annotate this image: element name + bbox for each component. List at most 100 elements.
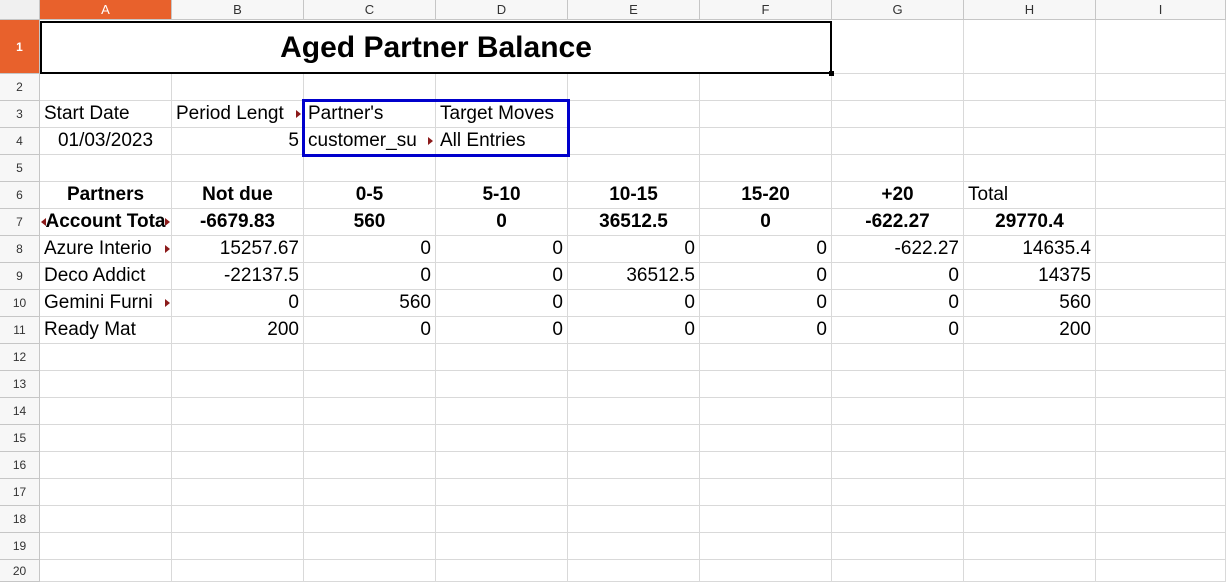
empty-cell[interactable] bbox=[40, 344, 172, 371]
column-header-i[interactable]: I bbox=[1096, 0, 1226, 20]
empty-cell[interactable] bbox=[40, 479, 172, 506]
partner-value-cell[interactable]: 0 bbox=[304, 317, 436, 344]
empty-cell[interactable] bbox=[832, 128, 964, 155]
empty-cell[interactable] bbox=[1096, 479, 1226, 506]
empty-cell[interactable] bbox=[40, 74, 172, 101]
empty-cell[interactable] bbox=[700, 506, 832, 533]
empty-cell[interactable] bbox=[568, 371, 700, 398]
row-header-7[interactable]: 7 bbox=[0, 209, 40, 236]
empty-cell[interactable] bbox=[964, 479, 1096, 506]
account-total-5-10[interactable]: 0 bbox=[436, 209, 568, 236]
empty-cell[interactable] bbox=[568, 479, 700, 506]
partner-name-cell[interactable]: Ready Mat bbox=[40, 317, 172, 344]
empty-cell[interactable] bbox=[832, 533, 964, 560]
empty-cell[interactable] bbox=[1096, 182, 1226, 209]
empty-cell[interactable] bbox=[1096, 452, 1226, 479]
empty-cell[interactable] bbox=[832, 479, 964, 506]
empty-cell[interactable] bbox=[964, 344, 1096, 371]
header-partners[interactable]: Partners bbox=[40, 182, 172, 209]
empty-cell[interactable] bbox=[436, 533, 568, 560]
empty-cell[interactable] bbox=[568, 533, 700, 560]
partner-value-cell[interactable]: 36512.5 bbox=[568, 263, 700, 290]
row-header-17[interactable]: 17 bbox=[0, 479, 40, 506]
partners-value[interactable]: customer_su bbox=[304, 128, 436, 155]
row-header-4[interactable]: 4 bbox=[0, 128, 40, 155]
empty-cell[interactable] bbox=[832, 560, 964, 582]
empty-cell[interactable] bbox=[172, 533, 304, 560]
partner-value-cell[interactable]: 14635.4 bbox=[964, 236, 1096, 263]
empty-cell[interactable] bbox=[700, 398, 832, 425]
empty-cell[interactable] bbox=[568, 155, 700, 182]
empty-cell[interactable] bbox=[700, 155, 832, 182]
empty-cell[interactable] bbox=[436, 479, 568, 506]
header-0-5[interactable]: 0-5 bbox=[304, 182, 436, 209]
empty-cell[interactable] bbox=[832, 371, 964, 398]
empty-cell[interactable] bbox=[568, 344, 700, 371]
empty-cell[interactable] bbox=[1096, 128, 1226, 155]
partner-value-cell[interactable]: 200 bbox=[172, 317, 304, 344]
partners-label[interactable]: Partner's bbox=[304, 101, 436, 128]
empty-cell[interactable] bbox=[700, 479, 832, 506]
empty-cell[interactable] bbox=[40, 398, 172, 425]
empty-cell[interactable] bbox=[964, 128, 1096, 155]
partner-value-cell[interactable]: -622.27 bbox=[832, 236, 964, 263]
empty-cell[interactable] bbox=[1096, 533, 1226, 560]
period-length-label[interactable]: Period Lengt bbox=[172, 101, 304, 128]
empty-cell[interactable] bbox=[304, 452, 436, 479]
partner-value-cell[interactable]: 0 bbox=[568, 290, 700, 317]
empty-cell[interactable] bbox=[1096, 344, 1226, 371]
empty-cell[interactable] bbox=[700, 452, 832, 479]
empty-cell[interactable] bbox=[1096, 236, 1226, 263]
account-total-10-15[interactable]: 36512.5 bbox=[568, 209, 700, 236]
empty-cell[interactable] bbox=[40, 425, 172, 452]
empty-cell[interactable] bbox=[1096, 398, 1226, 425]
empty-cell[interactable] bbox=[700, 101, 832, 128]
empty-cell[interactable] bbox=[172, 74, 304, 101]
empty-cell[interactable] bbox=[1096, 74, 1226, 101]
row-header-5[interactable]: 5 bbox=[0, 155, 40, 182]
empty-cell[interactable] bbox=[40, 560, 172, 582]
row-header-8[interactable]: 8 bbox=[0, 236, 40, 263]
partner-value-cell[interactable]: 0 bbox=[832, 317, 964, 344]
empty-cell[interactable] bbox=[1096, 209, 1226, 236]
row-header-16[interactable]: 16 bbox=[0, 452, 40, 479]
empty-cell[interactable] bbox=[1096, 506, 1226, 533]
empty-cell[interactable] bbox=[172, 425, 304, 452]
empty-cell[interactable] bbox=[436, 344, 568, 371]
empty-cell[interactable] bbox=[304, 371, 436, 398]
empty-cell[interactable] bbox=[964, 74, 1096, 101]
empty-cell[interactable] bbox=[832, 344, 964, 371]
partner-value-cell[interactable]: 0 bbox=[700, 236, 832, 263]
column-header-d[interactable]: D bbox=[436, 0, 568, 20]
partner-value-cell[interactable]: 200 bbox=[964, 317, 1096, 344]
header-5-10[interactable]: 5-10 bbox=[436, 182, 568, 209]
empty-cell[interactable] bbox=[700, 533, 832, 560]
partner-value-cell[interactable]: 0 bbox=[436, 236, 568, 263]
report-title[interactable]: Aged Partner Balance bbox=[40, 21, 832, 74]
empty-cell[interactable] bbox=[40, 371, 172, 398]
empty-cell[interactable] bbox=[568, 74, 700, 101]
partner-value-cell[interactable]: 0 bbox=[568, 317, 700, 344]
partner-value-cell[interactable]: -22137.5 bbox=[172, 263, 304, 290]
empty-cell[interactable] bbox=[700, 74, 832, 101]
header-20-plus[interactable]: +20 bbox=[832, 182, 964, 209]
partner-value-cell[interactable]: 0 bbox=[304, 236, 436, 263]
empty-cell[interactable] bbox=[436, 506, 568, 533]
empty-cell[interactable] bbox=[172, 155, 304, 182]
account-total-not-due[interactable]: -6679.83 bbox=[172, 209, 304, 236]
empty-cell[interactable] bbox=[1096, 371, 1226, 398]
empty-cell[interactable] bbox=[172, 479, 304, 506]
empty-cell[interactable] bbox=[964, 155, 1096, 182]
partner-value-cell[interactable]: 0 bbox=[700, 263, 832, 290]
empty-cell[interactable] bbox=[568, 560, 700, 582]
partner-name-cell[interactable]: Azure Interio bbox=[40, 236, 172, 263]
column-header-a[interactable]: A bbox=[40, 0, 172, 20]
empty-cell[interactable] bbox=[1096, 101, 1226, 128]
empty-cell[interactable] bbox=[1096, 290, 1226, 317]
empty-cell[interactable] bbox=[304, 344, 436, 371]
partner-value-cell[interactable]: 0 bbox=[700, 317, 832, 344]
partner-name-cell[interactable]: Deco Addict bbox=[40, 263, 172, 290]
empty-cell[interactable] bbox=[304, 74, 436, 101]
empty-cell[interactable] bbox=[304, 533, 436, 560]
empty-cell[interactable] bbox=[700, 371, 832, 398]
